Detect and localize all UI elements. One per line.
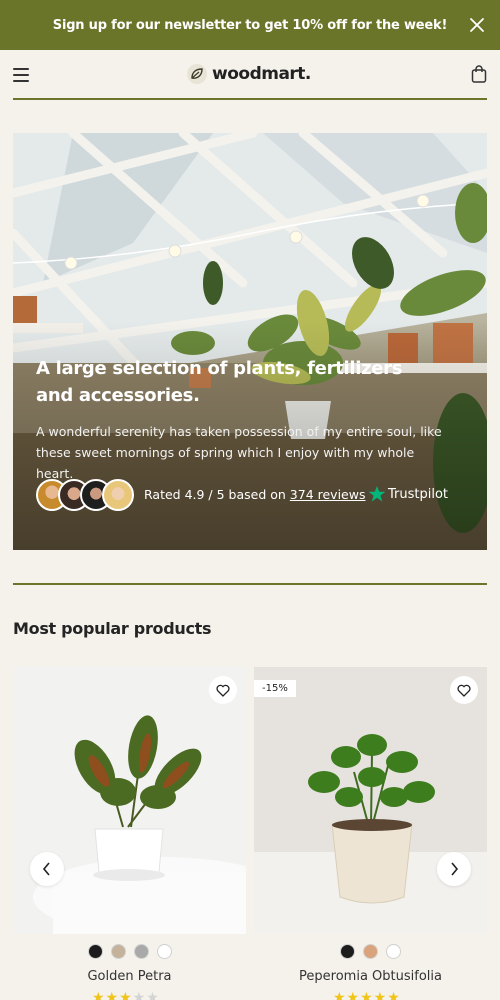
hero-description: A wonderful serenity has taken possessio… <box>36 424 442 481</box>
product-card[interactable]: Golden Petra <box>13 667 246 1000</box>
wishlist-button[interactable] <box>209 676 237 704</box>
star-icon: ★★ <box>132 990 160 1000</box>
hero-banner: A large selection of plants, fertilizers… <box>13 133 487 550</box>
star-icon: ★★★★★ <box>333 990 401 1000</box>
product-rating: ★★★★★ <box>333 991 401 1000</box>
wishlist-button[interactable] <box>450 676 478 704</box>
swatch-beige[interactable] <box>110 944 126 959</box>
menu-icon[interactable] <box>13 68 29 82</box>
reviewer-avatars <box>36 479 134 513</box>
chevron-left-icon <box>42 862 50 876</box>
discount-badge: -15% <box>254 680 296 697</box>
color-swatches <box>13 944 246 959</box>
close-icon[interactable] <box>468 16 486 34</box>
leaf-logo-icon <box>187 64 207 84</box>
trustpilot-label: Trustpilot <box>388 486 449 502</box>
shopping-bag-icon[interactable] <box>471 65 487 83</box>
swatch-terracotta[interactable] <box>363 944 378 959</box>
carousel-next-button[interactable] <box>437 852 471 886</box>
swatch-black[interactable] <box>87 944 103 959</box>
section-title: Most popular products <box>13 619 212 638</box>
site-header: woodmart. <box>0 50 500 100</box>
logo[interactable]: woodmart. <box>186 63 311 85</box>
chevron-right-icon <box>451 862 459 876</box>
header-divider <box>13 98 487 100</box>
announcement-text: Sign up for our newsletter to get 10% of… <box>52 17 448 33</box>
product-card[interactable]: -15% Peperomia Obtusifolia <box>254 667 487 1000</box>
announcement-bar: Sign up for our newsletter to get 10% of… <box>0 0 500 50</box>
carousel-prev-button[interactable] <box>30 852 64 886</box>
rating-text: Rated 4.9 / 5 based on <box>144 487 286 502</box>
section-divider <box>13 583 487 585</box>
product-image[interactable]: -15% <box>254 667 487 934</box>
product-image[interactable] <box>13 667 246 934</box>
product-name[interactable]: Golden Petra <box>13 969 246 984</box>
product-rating: ★★★★★ <box>92 991 160 1000</box>
swatch-grey[interactable] <box>133 944 149 959</box>
trustpilot-badge[interactable]: Trustpilot <box>368 485 448 503</box>
color-swatches <box>254 944 487 959</box>
rating-summary: Rated 4.9 / 5 based on 374 reviews <box>144 487 365 502</box>
logo-text: woodmart. <box>212 64 311 84</box>
reviews-link[interactable]: 374 reviews <box>290 487 366 502</box>
hero-title: A large selection of plants, fertilizers… <box>36 358 403 406</box>
heart-icon <box>216 684 230 697</box>
heart-icon <box>457 684 471 697</box>
star-icon <box>368 486 386 502</box>
avatar <box>102 479 134 511</box>
plant-image <box>13 667 246 934</box>
swatch-black[interactable] <box>340 944 355 959</box>
swatch-white[interactable] <box>156 944 172 959</box>
product-name[interactable]: Peperomia Obtusifolia <box>254 969 487 984</box>
plant-image <box>254 667 487 934</box>
swatch-white[interactable] <box>386 944 401 959</box>
star-icon: ★★★ <box>92 990 133 1000</box>
